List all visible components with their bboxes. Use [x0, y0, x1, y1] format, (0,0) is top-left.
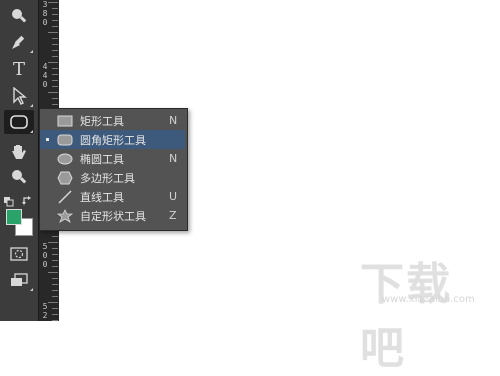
ruler-tick	[52, 266, 58, 267]
menu-item-shortcut: Z	[169, 209, 177, 222]
ruler-tick	[52, 236, 58, 237]
ruler-tick	[52, 20, 58, 21]
zoom-tool[interactable]	[4, 4, 34, 28]
swap-colors-icon	[22, 196, 31, 205]
menu-item-label: 多边形工具	[80, 171, 135, 185]
ruler-tick	[52, 296, 58, 297]
ruler-label: 2	[42, 311, 48, 320]
ruler-tick	[52, 44, 58, 45]
ruler-tick	[48, 2, 58, 3]
ruler-tick	[52, 8, 58, 9]
menu-item-shortcut: N	[169, 114, 178, 127]
polygon-icon	[54, 168, 76, 187]
watermark-logo-text: 下载吧	[360, 259, 452, 374]
rectangle-icon	[54, 111, 76, 130]
zoom-tool-2[interactable]	[4, 165, 34, 189]
screen-mode-button[interactable]	[4, 268, 34, 292]
custom-shape-icon	[54, 206, 76, 225]
rounded-rectangle-icon	[54, 130, 76, 149]
ruler-tick	[52, 290, 58, 291]
submenu-indicator	[30, 130, 33, 133]
ruler-tick	[48, 92, 58, 93]
ruler-tick	[52, 38, 58, 39]
ruler-tick	[52, 314, 58, 315]
menu-item-label: 圆角矩形工具	[80, 133, 146, 147]
submenu-indicator	[30, 104, 33, 107]
ruler-tick	[48, 62, 58, 63]
ruler-tick	[48, 242, 58, 243]
menu-item-line-tool[interactable]: 直线工具 U	[40, 187, 185, 206]
ruler-label: 5	[42, 302, 48, 311]
ruler-tick	[52, 104, 58, 105]
ruler-label: 4	[42, 62, 48, 71]
quick-mask-icon	[10, 247, 28, 261]
screen-mode-icon	[11, 273, 28, 286]
pen-icon	[12, 35, 25, 49]
ruler-tick	[52, 50, 58, 51]
menu-item-custom-shape-tool[interactable]: 自定形状工具 Z	[40, 206, 185, 225]
ruler-tick	[52, 98, 58, 99]
watermark-url: www.xiazaiba.com	[382, 294, 475, 305]
menu-item-label: 自定形状工具	[80, 209, 146, 223]
submenu-indicator	[30, 50, 33, 53]
rounded-rectangle-icon	[10, 115, 28, 129]
ellipse-icon	[54, 149, 76, 168]
shape-tool[interactable]	[4, 110, 34, 134]
ruler-tick	[48, 302, 58, 303]
swap-colors-button[interactable]	[22, 191, 34, 205]
shape-tool-flyout-menu: 矩形工具 N 圆角矩形工具 椭圆工具 N 多边形工具 直线工具 U 自定形状工具…	[39, 108, 188, 231]
ruler-tick	[48, 272, 58, 273]
menu-item-label: 直线工具	[80, 190, 124, 204]
magnifier-icon	[12, 170, 27, 184]
ruler-tick	[52, 14, 58, 15]
ruler-tick	[52, 260, 58, 261]
ruler-tick	[52, 56, 58, 57]
menu-item-rectangle-tool[interactable]: 矩形工具 N	[40, 111, 185, 130]
default-colors-icon	[4, 197, 14, 207]
pen-tool[interactable]	[4, 30, 34, 54]
hand-icon	[12, 145, 26, 159]
ruler-label: 0	[42, 251, 48, 260]
ruler-label: 4	[42, 71, 48, 80]
ruler-label: 8	[42, 9, 48, 18]
foreground-color-swatch[interactable]	[6, 209, 22, 225]
watermark: 下载吧 www.xiazaiba.com	[360, 248, 495, 374]
menu-item-label: 椭圆工具	[80, 152, 124, 166]
ruler-label: 0	[42, 260, 48, 269]
menu-item-shortcut: U	[169, 190, 178, 203]
ruler-tick	[52, 248, 58, 249]
type-icon: T	[12, 58, 25, 80]
default-colors-button[interactable]	[4, 192, 14, 207]
menu-item-polygon-tool[interactable]: 多边形工具	[40, 168, 185, 187]
line-icon	[54, 187, 76, 206]
arrow-icon	[13, 87, 27, 105]
menu-item-bullet	[40, 138, 54, 141]
ruler-tick	[52, 80, 58, 81]
path-selection-tool[interactable]	[4, 84, 34, 108]
ruler-tick	[52, 254, 58, 255]
hand-tool[interactable]	[4, 140, 34, 164]
ruler-label: 0	[42, 80, 48, 89]
ruler-tick	[52, 68, 58, 69]
type-tool[interactable]: T	[4, 57, 34, 81]
ruler-tick	[48, 32, 58, 33]
magnifier-icon	[12, 9, 27, 23]
menu-item-label: 矩形工具	[80, 114, 124, 128]
ruler-tick	[52, 74, 58, 75]
menu-item-ellipse-tool[interactable]: 椭圆工具 N	[40, 149, 185, 168]
menu-item-shortcut: N	[169, 152, 178, 165]
quick-mask-button[interactable]	[4, 242, 34, 266]
submenu-indicator	[30, 288, 33, 291]
tools-panel: T	[0, 0, 38, 321]
ruler-tick	[52, 86, 58, 87]
ruler-tick	[52, 308, 58, 309]
ruler-label: 0	[42, 18, 48, 27]
ruler-tick	[52, 278, 58, 279]
ruler-tick	[52, 284, 58, 285]
ruler-label: 5	[42, 242, 48, 251]
menu-item-rounded-rectangle-tool[interactable]: 圆角矩形工具	[40, 130, 185, 149]
ruler-tick	[52, 26, 58, 27]
